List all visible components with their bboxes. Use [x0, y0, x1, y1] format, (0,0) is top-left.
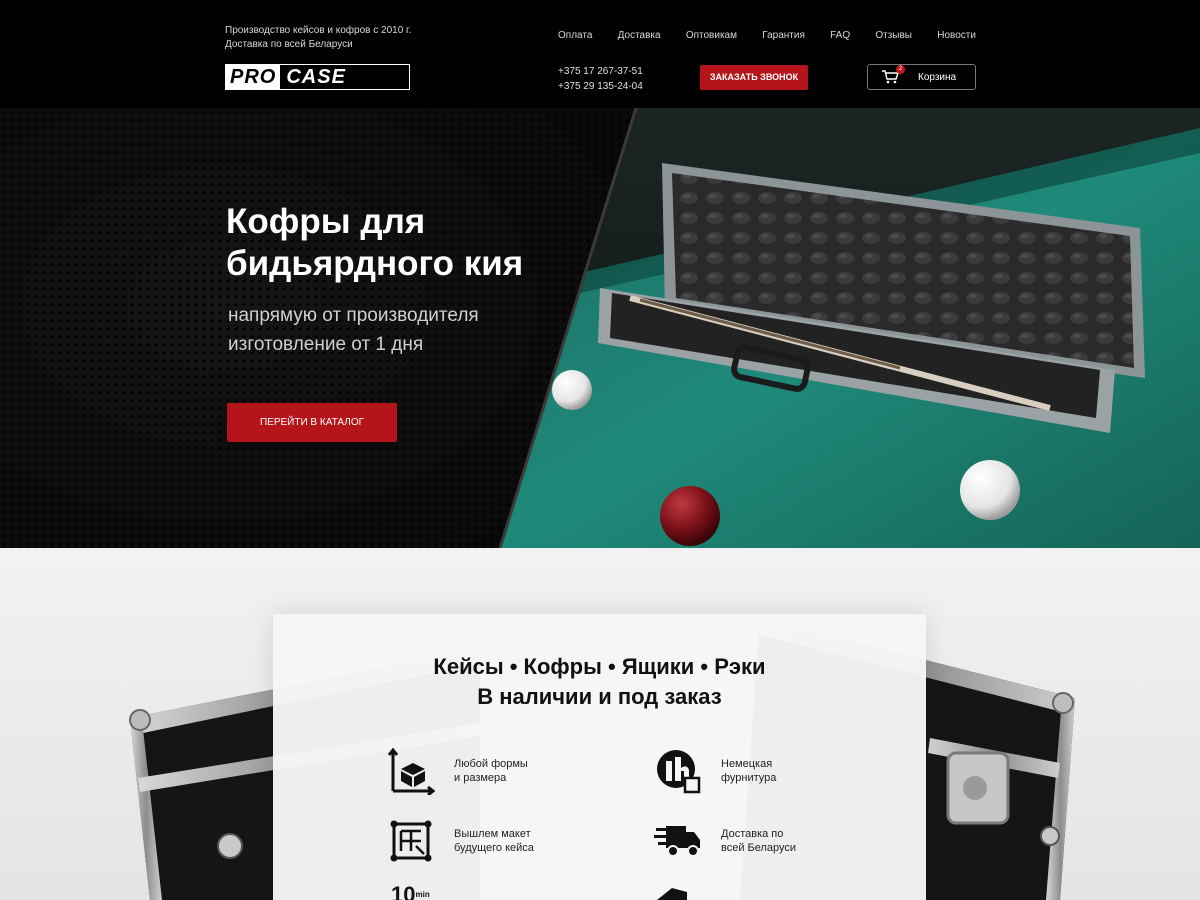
- cart-count-badge: 2: [896, 65, 905, 74]
- site-header: Производство кейсов и кофров с 2010 г. Д…: [0, 0, 1200, 108]
- feature-layout-line1: Вышлем макет: [454, 828, 531, 840]
- nav-warranty[interactable]: Гарантия: [762, 30, 805, 41]
- hero-banner: Кофры для бидьярдного кия напрямую от пр…: [0, 108, 1200, 548]
- go-to-catalog-button[interactable]: ПЕРЕЙТИ В КАТАЛОГ: [227, 403, 397, 442]
- header-tagline: Производство кейсов и кофров с 2010 г. Д…: [225, 24, 411, 52]
- feature-german-hardware-line2: фурнитура: [721, 772, 777, 784]
- cube-dimensions-icon: [386, 746, 436, 796]
- feature-any-shape-text: Любой формы и размера: [454, 757, 574, 785]
- main-nav: Оплата Доставка Оптовикам Гарантия FAQ О…: [558, 30, 976, 41]
- truck-icon: [653, 816, 703, 866]
- timer-icon-unit: min: [415, 890, 430, 899]
- hero-title: Кофры для бидьярдного кия: [226, 201, 586, 285]
- hero-title-line1: Кофры для: [226, 202, 426, 241]
- nav-faq[interactable]: FAQ: [830, 30, 850, 41]
- procase-logo[interactable]: PRO CASE: [225, 64, 410, 90]
- feature-german-hardware-line1: Немецкая: [721, 758, 773, 770]
- feature-any-shape-line1: Любой формы: [454, 758, 528, 770]
- phone-numbers: +375 17 267-37-51 +375 29 135-24-04: [558, 64, 643, 94]
- hero-subtitle: напрямую от производителя изготовление о…: [228, 301, 479, 359]
- feature-any-shape: Любой формы и размера: [386, 746, 574, 796]
- hero-subtitle-line1: напрямую от производителя: [228, 305, 479, 326]
- timer-icon: 10min: [391, 884, 430, 900]
- feature-any-shape-line2: и размера: [454, 772, 507, 784]
- feature-layout-text: Вышлем макет будущего кейса: [454, 827, 574, 855]
- tagline-production: Производство кейсов и кофров с 2010 г.: [225, 25, 412, 36]
- nav-news[interactable]: Новости: [937, 30, 976, 41]
- order-call-button[interactable]: ЗАКАЗАТЬ ЗВОНОК: [700, 65, 808, 90]
- features-title: Кейсы • Кофры • Ящики • Рэки В наличии и…: [273, 652, 926, 712]
- nav-delivery[interactable]: Доставка: [618, 30, 661, 41]
- shield-icon: [655, 886, 689, 900]
- feature-german-hardware-text: Немецкая фурнитура: [721, 757, 841, 785]
- logo-case-text: CASE: [286, 66, 346, 88]
- phone-1[interactable]: +375 17 267-37-51: [558, 64, 643, 79]
- feature-layout-line2: будущего кейса: [454, 842, 534, 854]
- cart-icon: 2: [882, 65, 905, 84]
- features-title-line1: Кейсы • Кофры • Ящики • Рэки: [433, 654, 766, 679]
- cart-label: Корзина: [918, 71, 957, 83]
- feature-delivery-line1: Доставка по: [721, 828, 784, 840]
- feature-speed-partial: 10min: [391, 884, 430, 900]
- nav-wholesale[interactable]: Оптовикам: [686, 30, 737, 41]
- timer-icon-number: 10: [391, 882, 416, 900]
- feature-delivery-line2: всей Беларуси: [721, 842, 797, 854]
- features-title-line2: В наличии и под заказ: [477, 684, 722, 709]
- feature-delivery-text: Доставка по всей Беларуси: [721, 827, 841, 855]
- feature-layout: Вышлем макет будущего кейса: [386, 816, 574, 866]
- nav-reviews[interactable]: Отзывы: [875, 30, 912, 41]
- features-card: Кейсы • Кофры • Ящики • Рэки В наличии и…: [273, 614, 926, 900]
- phone-2[interactable]: +375 29 135-24-04: [558, 79, 643, 94]
- hero-subtitle-line2: изготовление от 1 дня: [228, 334, 424, 355]
- cart-button[interactable]: 2 Корзина: [867, 64, 976, 90]
- hero-title-line2: бидьярдного кия: [226, 244, 524, 283]
- logo-pro-text: PRO: [226, 65, 281, 89]
- billiard-cue-case-photo: [0, 108, 1200, 548]
- tagline-delivery: Доставка по всей Беларуси: [225, 39, 353, 50]
- german-hardware-icon: [653, 746, 703, 796]
- layout-icon: [386, 816, 436, 866]
- feature-german-hardware: Немецкая фурнитура: [653, 746, 841, 796]
- nav-payment[interactable]: Оплата: [558, 30, 592, 41]
- feature-delivery: Доставка по всей Беларуси: [653, 816, 841, 866]
